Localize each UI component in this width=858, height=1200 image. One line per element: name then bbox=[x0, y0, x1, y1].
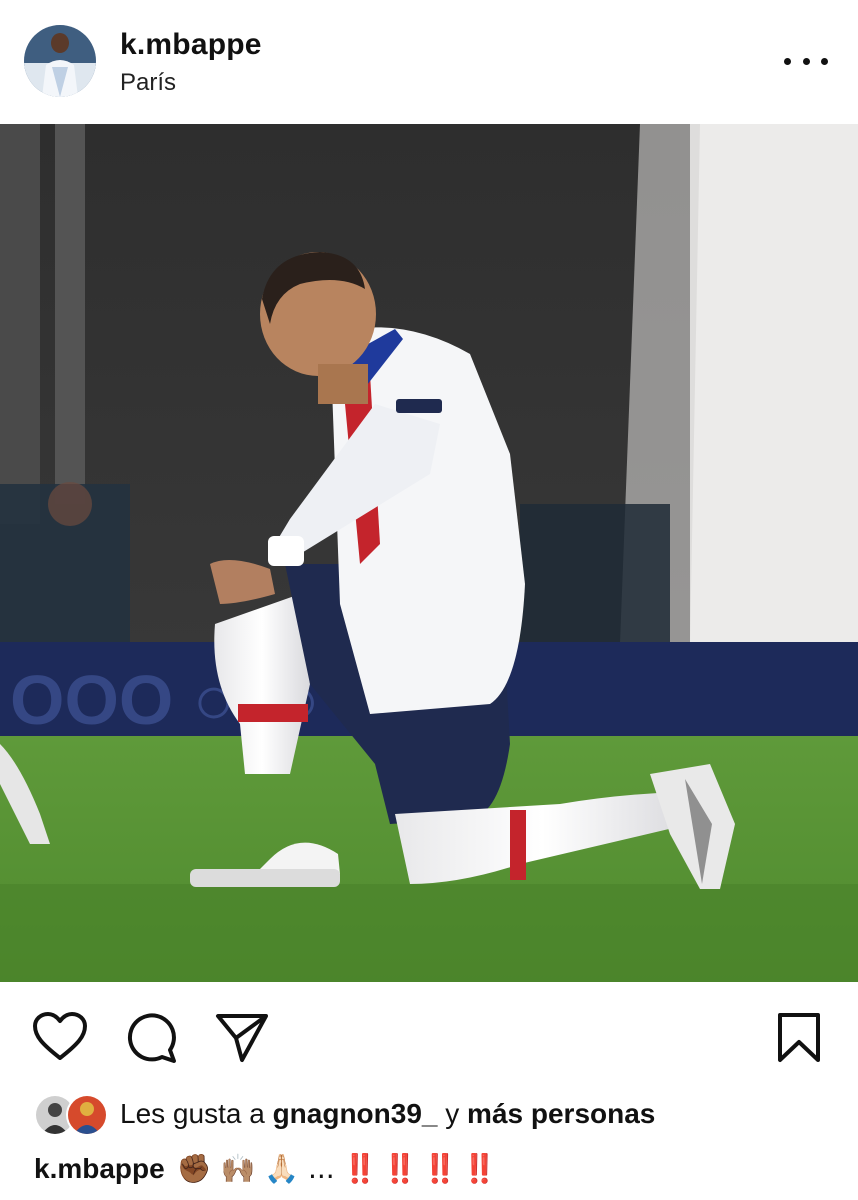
post-location[interactable]: París bbox=[120, 69, 176, 97]
caption-exclamation: ‼️ bbox=[422, 1153, 457, 1184]
caption-username[interactable]: k.mbappe bbox=[34, 1153, 165, 1184]
more-options-icon[interactable] bbox=[784, 48, 828, 74]
dot bbox=[784, 57, 791, 65]
caption-exclamation: ‼️ bbox=[342, 1153, 378, 1184]
send-icon[interactable] bbox=[214, 1012, 270, 1069]
post-actions-bar bbox=[0, 982, 858, 1092]
caption-emojis: ✊🏾 🙌🏽 🙏🏻 ... bbox=[176, 1152, 335, 1185]
comment-icon[interactable] bbox=[124, 1010, 178, 1069]
bookmark-icon[interactable] bbox=[776, 1012, 822, 1069]
likes-joiner: y bbox=[445, 1098, 460, 1129]
caption-exclamation: ‼️ bbox=[382, 1153, 418, 1184]
likes-prefix: Les gusta a bbox=[120, 1098, 265, 1129]
liker-username[interactable]: gnagnon39_ bbox=[273, 1098, 438, 1129]
dot bbox=[821, 57, 828, 65]
post-image[interactable]: OOO ○○○ ○○ bbox=[0, 124, 858, 982]
likers-avatars[interactable] bbox=[34, 1094, 114, 1136]
heart-icon[interactable] bbox=[32, 1012, 88, 1067]
post-username[interactable]: k.mbappe bbox=[120, 28, 262, 62]
dot bbox=[802, 57, 810, 65]
likes-others[interactable]: más personas bbox=[467, 1098, 655, 1129]
profile-avatar[interactable] bbox=[24, 25, 96, 97]
liker-avatar bbox=[66, 1094, 108, 1136]
post-caption: k.mbappe ✊🏾 🙌🏽 🙏🏻 ... ‼️ ‼️ ‼️ ‼️ bbox=[34, 1152, 497, 1185]
caption-exclamation: ‼️ bbox=[462, 1153, 497, 1184]
post-header: k.mbappe París bbox=[0, 0, 858, 124]
likes-summary[interactable]: Les gusta a gnagnon39_ y más personas bbox=[120, 1098, 655, 1130]
